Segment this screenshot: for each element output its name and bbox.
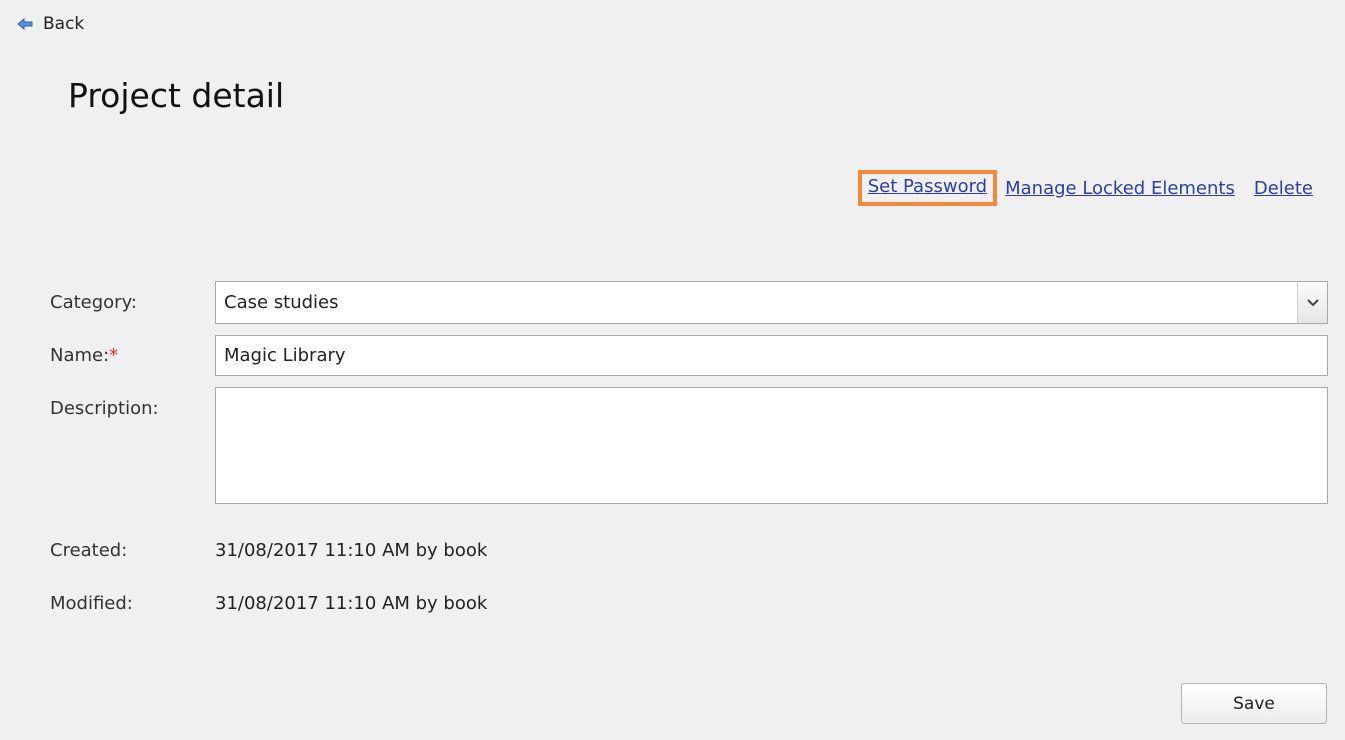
set-password-link[interactable]: Set Password [868,176,987,197]
chevron-down-icon[interactable] [1297,282,1327,323]
left-arrow-icon [17,18,33,30]
delete-link[interactable]: Delete [1254,178,1313,199]
modified-value: 31/08/2017 11:10 AM by book [215,593,488,614]
created-value: 31/08/2017 11:10 AM by book [215,540,488,561]
back-link[interactable]: Back [17,14,84,34]
back-label: Back [43,14,85,34]
category-select[interactable]: Case studies [215,281,1328,324]
required-marker: * [109,345,119,366]
name-label: Name:* [50,345,118,366]
modified-label: Modified: [50,593,133,614]
manage-locked-elements-link[interactable]: Manage Locked Elements [1005,178,1235,199]
created-label: Created: [50,540,128,561]
category-selected-value: Case studies [224,292,339,313]
description-field[interactable] [215,387,1328,504]
save-button[interactable]: Save [1181,683,1327,724]
name-label-text: Name: [50,345,110,366]
action-links: Set Password Manage Locked Elements Dele… [857,170,1313,206]
project-detail-page: Back Project detail Set Password Manage … [0,0,1345,740]
page-title: Project detail [68,76,285,115]
set-password-highlight: Set Password [857,170,998,206]
category-label: Category: [50,292,137,313]
description-label: Description: [50,398,159,419]
name-field[interactable] [215,335,1328,376]
